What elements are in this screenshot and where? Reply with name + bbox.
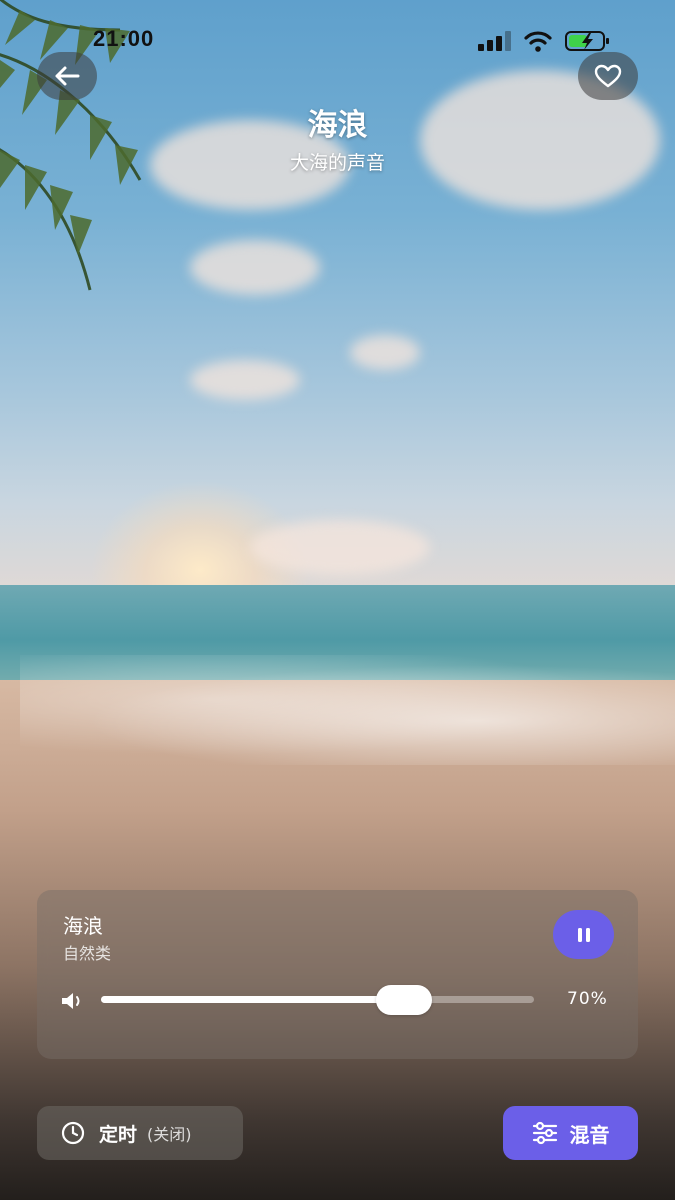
track-name: 海浪 <box>63 914 103 938</box>
back-button[interactable] <box>37 52 97 100</box>
timer-label: 定时 <box>99 1123 138 1146</box>
heart-icon <box>594 64 622 88</box>
favorite-button[interactable] <box>578 52 638 100</box>
mix-button[interactable]: 混音 <box>503 1106 638 1160</box>
volume-slider[interactable] <box>101 985 534 1015</box>
cloud <box>350 335 420 370</box>
wave-foam <box>20 655 675 765</box>
cellular-signal-icon <box>478 31 511 51</box>
timer-button[interactable]: 定时 (关闭) <box>37 1106 243 1160</box>
speaker-icon <box>62 993 80 1009</box>
volume-thumb[interactable] <box>376 985 433 1015</box>
pause-icon <box>577 927 590 942</box>
volume-fill <box>101 996 405 1003</box>
sliders-icon <box>532 1121 557 1145</box>
mix-label: 混音 <box>569 1122 610 1147</box>
battery-icon <box>565 31 609 51</box>
page-subtitle: 大海的声音 <box>289 152 385 174</box>
arrow-left-icon <box>55 66 80 86</box>
track-category: 自然类 <box>63 944 112 963</box>
player-card: 海浪 自然类 70% <box>37 890 638 1059</box>
status-time: 21:00 <box>93 26 155 51</box>
page-title: 海浪 <box>307 108 368 143</box>
pause-button[interactable] <box>553 910 614 959</box>
volume-percent: 70% <box>567 989 608 1009</box>
status-bar: 21:00 <box>0 0 675 80</box>
cloud <box>250 520 430 575</box>
timer-state: (关闭) <box>147 1125 192 1144</box>
cloud <box>190 360 300 400</box>
wifi-icon <box>524 31 552 52</box>
clock-icon <box>61 1121 85 1145</box>
cloud <box>190 240 320 295</box>
